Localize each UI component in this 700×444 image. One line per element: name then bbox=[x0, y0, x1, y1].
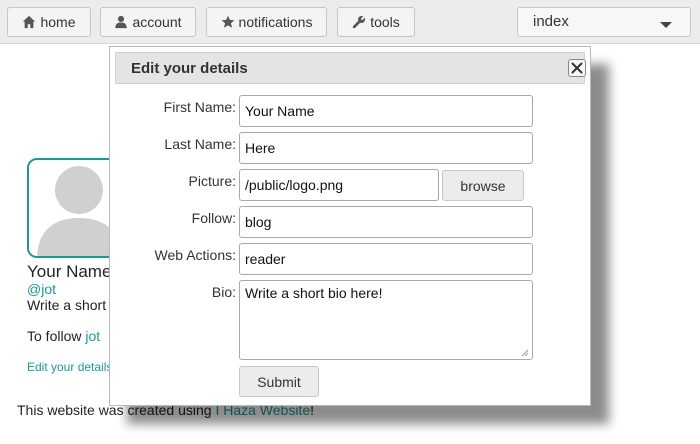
notifications-button[interactable]: notifications bbox=[206, 7, 327, 37]
chevron-down-icon bbox=[660, 22, 672, 28]
follow-label: Follow: bbox=[191, 210, 236, 226]
profile-follow-text: To follow jot bbox=[27, 328, 100, 344]
profile-handle-link[interactable]: @jot bbox=[27, 281, 56, 297]
follow-link[interactable]: jot bbox=[85, 328, 100, 344]
dialog-title: Edit your details bbox=[131, 60, 248, 77]
star-icon bbox=[221, 15, 234, 28]
page-select-value: index bbox=[533, 13, 569, 30]
edit-details-link[interactable]: Edit your details bbox=[27, 360, 112, 374]
user-icon bbox=[115, 15, 128, 29]
bio-textarea[interactable]: Write a short bio here! bbox=[239, 280, 533, 360]
submit-button[interactable]: Submit bbox=[239, 366, 319, 397]
web-actions-input[interactable] bbox=[239, 243, 533, 275]
tools-button[interactable]: tools bbox=[337, 7, 415, 37]
wrench-icon bbox=[352, 15, 366, 29]
last-name-label: Last Name: bbox=[164, 136, 236, 152]
web-actions-label: Web Actions: bbox=[154, 247, 236, 263]
home-icon bbox=[23, 15, 36, 29]
tools-button-label: tools bbox=[370, 14, 400, 30]
follow-input[interactable] bbox=[239, 206, 533, 238]
follow-prefix: To follow bbox=[27, 328, 86, 344]
top-nav-bar: home account notifications tools index bbox=[0, 0, 700, 44]
last-name-input[interactable] bbox=[239, 132, 533, 164]
bio-label: Bio: bbox=[211, 284, 236, 300]
bio-textarea-wrap: Write a short bio here! bbox=[239, 280, 533, 360]
page-select-dropdown[interactable]: index bbox=[517, 7, 691, 37]
dialog-header: Edit your details bbox=[115, 52, 586, 84]
picture-input[interactable] bbox=[239, 169, 439, 201]
account-button-label: account bbox=[132, 14, 182, 30]
home-button-label: home bbox=[40, 14, 76, 30]
picture-label: Picture: bbox=[188, 173, 236, 189]
first-name-input[interactable] bbox=[239, 95, 533, 127]
notifications-button-label: notifications bbox=[238, 14, 313, 30]
resize-grip-icon[interactable] bbox=[521, 349, 529, 357]
dialog-close-button[interactable] bbox=[568, 59, 586, 77]
edit-details-dialog: Edit your details First Name: Last Name:… bbox=[109, 46, 591, 406]
first-name-label: First Name: bbox=[163, 99, 236, 115]
close-icon bbox=[571, 62, 583, 74]
account-button[interactable]: account bbox=[100, 7, 196, 37]
browse-button[interactable]: browse bbox=[442, 170, 524, 201]
home-button[interactable]: home bbox=[7, 7, 91, 37]
